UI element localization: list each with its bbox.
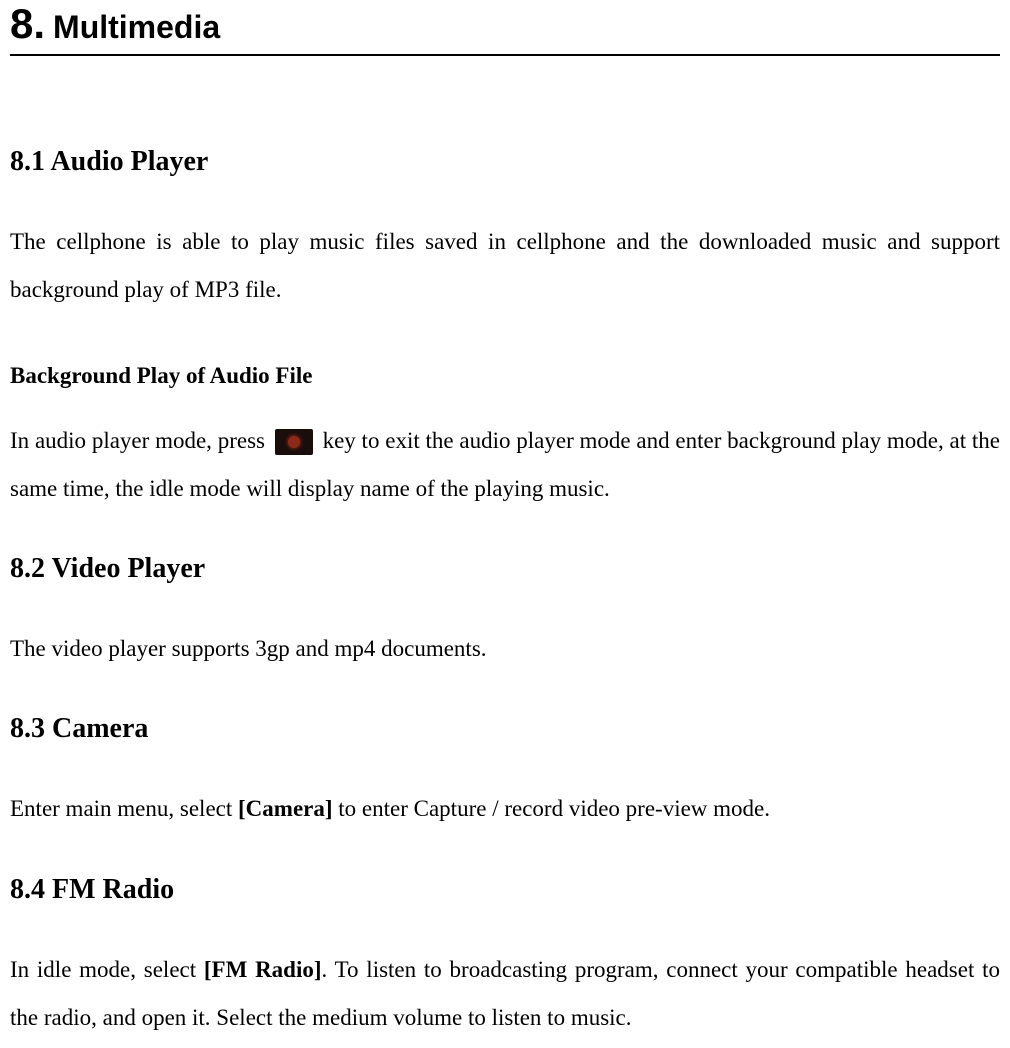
fm-text-run1: In idle mode, select [10, 957, 204, 982]
chapter-title: Multimedia [53, 9, 220, 45]
camera-text-run1: Enter main menu, select [10, 796, 238, 821]
chapter-header: 8. Multimedia [10, 0, 1000, 56]
section-heading-audio-player: 8.1 Audio Player [10, 146, 1000, 178]
fm-radio-description: In idle mode, select [FM Radio]. To list… [10, 946, 1000, 1043]
subheading-background-play: Background Play of Audio File [10, 363, 1000, 389]
camera-bold-label: [Camera] [238, 796, 333, 821]
camera-description: Enter main menu, select [Camera] to ente… [10, 785, 1000, 833]
section-heading-camera: 8.3 Camera [10, 713, 1000, 745]
video-player-description: The video player supports 3gp and mp4 do… [10, 625, 1000, 673]
section-heading-fm-radio: 8.4 FM Radio [10, 874, 1000, 906]
fm-bold-label: [FM Radio] [204, 957, 322, 982]
background-play-description: In audio player mode, press key to exit … [10, 417, 1000, 514]
section-heading-video-player: 8.2 Video Player [10, 553, 1000, 585]
bg-play-text-before-icon: In audio player mode, press [10, 428, 271, 453]
power-key-icon [275, 429, 313, 455]
chapter-number: 8. [10, 0, 45, 47]
audio-player-description: The cellphone is able to play music file… [10, 218, 1000, 315]
camera-text-run2: to enter Capture / record video pre-view… [333, 796, 770, 821]
